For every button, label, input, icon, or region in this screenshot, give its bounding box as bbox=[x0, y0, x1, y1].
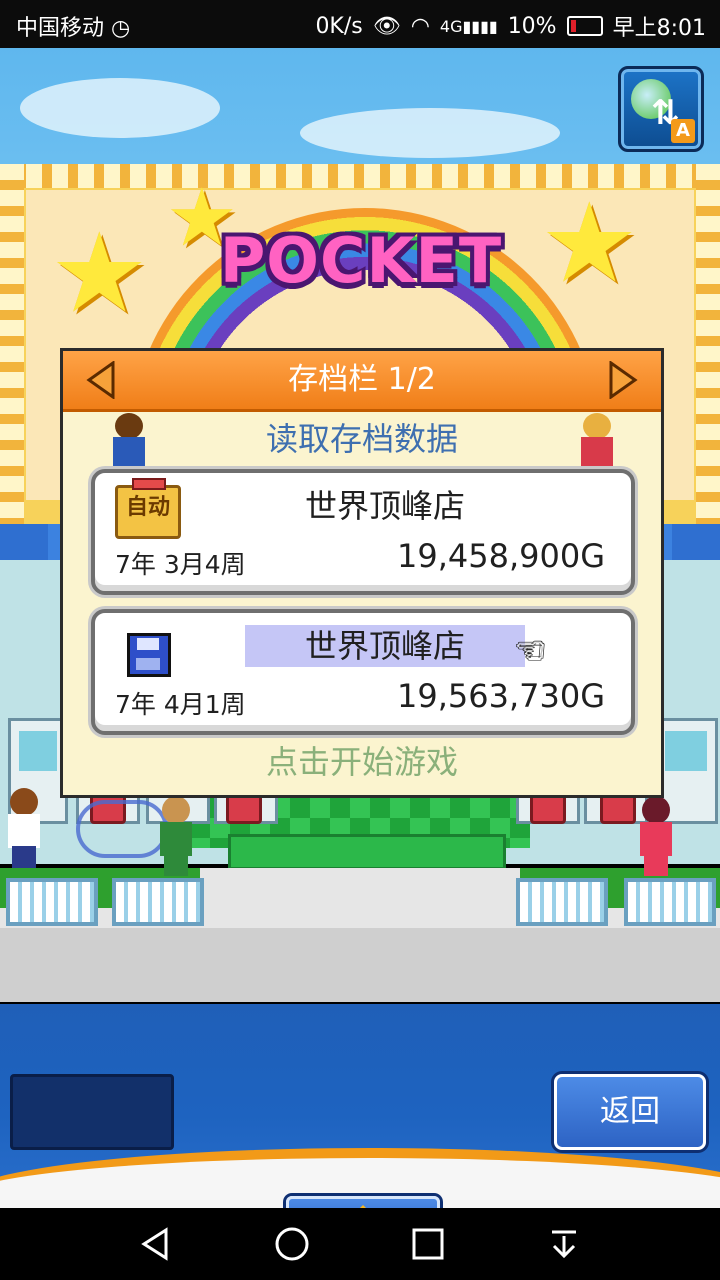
prev-page-arrow-icon[interactable] bbox=[85, 360, 117, 400]
fence bbox=[112, 878, 204, 926]
home-nav-icon[interactable] bbox=[274, 1226, 310, 1262]
signal-icon: 4G▮▮▮▮ bbox=[439, 16, 498, 36]
dialog-subtitle: 读取存档数据 bbox=[265, 420, 458, 458]
wifi-icon: ◠ bbox=[410, 13, 430, 39]
recents-nav-icon[interactable] bbox=[410, 1226, 446, 1262]
carrier-label: 中国移动 ◷ bbox=[16, 10, 130, 42]
star-icon: ★ bbox=[540, 179, 639, 307]
fence bbox=[6, 878, 98, 926]
customer-character bbox=[154, 796, 198, 876]
save-slot-manual[interactable]: 世界顶峰店 ☜ 7年 4月1周 19,563,730G bbox=[91, 609, 635, 735]
start-game-hint[interactable]: 点击开始游戏 bbox=[63, 739, 661, 785]
battery-percent: 10% bbox=[507, 13, 557, 39]
signal-label: 4G bbox=[439, 16, 463, 36]
switch-account-button[interactable]: ⇅ A bbox=[618, 66, 704, 152]
game-scene[interactable]: ⇅ A ★ ★ ★ POCKET 返回 存档栏 1/2 读取存档数据 自动 世界… bbox=[0, 48, 720, 1208]
cloud bbox=[300, 108, 560, 158]
customer-character bbox=[2, 788, 46, 868]
carrier-text: 中国移动 bbox=[16, 16, 105, 41]
marquee-bulbs-right bbox=[696, 164, 720, 524]
back-button[interactable]: 返回 bbox=[554, 1074, 706, 1150]
slot-store-name: 世界顶峰店 bbox=[245, 625, 525, 667]
road bbox=[0, 928, 720, 1002]
navigation-bar bbox=[0, 1208, 720, 1280]
marquee-bulbs-left bbox=[0, 164, 24, 524]
floppy-disk-icon bbox=[127, 633, 171, 677]
clock: 早上8:01 bbox=[612, 16, 706, 41]
slot-date: 7年 3月4周 bbox=[115, 550, 246, 579]
star-icon: ★ bbox=[50, 209, 149, 337]
net-speed: 0K/s bbox=[315, 13, 363, 39]
status-right: 0K/s 👁 ◠ 4G▮▮▮▮ 10% 早上8:01 bbox=[315, 10, 706, 42]
alarm-icon: ◷ bbox=[111, 16, 131, 41]
customer-character bbox=[634, 796, 678, 876]
save-slot-auto[interactable]: 自动 世界顶峰店 7年 3月4周 19,458,900G bbox=[91, 469, 635, 595]
save-slot-dialog: 存档栏 1/2 读取存档数据 自动 世界顶峰店 7年 3月4周 19,458,9… bbox=[60, 348, 664, 798]
pocket-logo: POCKET bbox=[219, 224, 503, 297]
slot-store-name: 世界顶峰店 bbox=[304, 487, 465, 525]
hud-info-panel bbox=[10, 1074, 174, 1150]
cloud bbox=[20, 78, 220, 138]
eye-icon: 👁 bbox=[372, 13, 401, 39]
menu-expand-button[interactable] bbox=[286, 1196, 440, 1208]
slot-money: 19,563,730G bbox=[396, 677, 605, 715]
next-page-arrow-icon[interactable] bbox=[607, 360, 639, 400]
status-bar: 中国移动 ◷ 0K/s 👁 ◠ 4G▮▮▮▮ 10% 早上8:01 bbox=[0, 0, 720, 48]
fence bbox=[516, 878, 608, 926]
dialog-title: 存档栏 1/2 bbox=[288, 362, 436, 397]
slot-money: 19,458,900G bbox=[396, 537, 605, 575]
back-nav-icon[interactable] bbox=[138, 1226, 174, 1262]
entrance-mat bbox=[228, 834, 506, 870]
a-badge: A bbox=[671, 119, 695, 143]
slot-date: 7年 4月1周 bbox=[115, 690, 246, 719]
battery-icon bbox=[566, 16, 603, 36]
fence bbox=[624, 878, 716, 926]
auto-save-icon: 自动 bbox=[115, 478, 181, 539]
pointing-hand-icon: ☜ bbox=[515, 631, 546, 671]
notification-pull-icon[interactable] bbox=[546, 1226, 582, 1262]
